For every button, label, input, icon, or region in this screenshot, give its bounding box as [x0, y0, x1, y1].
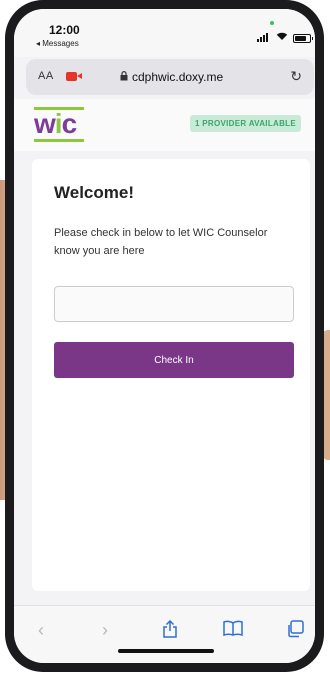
- site-header: wic 1 PROVIDER AVAILABLE: [14, 99, 315, 151]
- checkin-description: Please check in below to let WIC Counsel…: [54, 227, 268, 257]
- logo-bottom-stripe: [34, 139, 84, 142]
- share-icon[interactable]: [162, 619, 178, 643]
- status-time: 12:00: [49, 23, 80, 37]
- wic-logo[interactable]: wic: [34, 107, 86, 145]
- url-text[interactable]: cdphwic.doxy.me: [132, 70, 223, 84]
- forward-arrow-icon[interactable]: ›: [102, 620, 108, 641]
- battery-icon: [293, 34, 313, 43]
- back-arrow-icon[interactable]: ‹: [38, 620, 44, 641]
- phone-screen: 12:00 ◂ Messages AA cdphwic.doxy.me ↻ wi…: [14, 9, 315, 663]
- lock-icon: [120, 71, 128, 83]
- name-input[interactable]: [54, 286, 294, 322]
- cellular-signal-icon: [257, 33, 268, 42]
- logo-wordmark: wic: [34, 108, 77, 139]
- home-indicator[interactable]: [118, 649, 214, 653]
- address-bar[interactable]: AA cdphwic.doxy.me ↻: [26, 59, 314, 95]
- provider-status-badge: 1 PROVIDER AVAILABLE: [190, 115, 301, 132]
- camera-in-use-indicator: [270, 21, 274, 25]
- wifi-icon: [276, 31, 288, 44]
- browser-toolbar: ‹ ›: [14, 605, 315, 663]
- text-size-button[interactable]: AA: [38, 70, 54, 82]
- welcome-heading: Welcome!: [54, 183, 134, 202]
- check-in-button[interactable]: Check In: [54, 342, 294, 378]
- checkin-card: Welcome! Please check in below to let WI…: [32, 159, 310, 591]
- back-to-messages-link[interactable]: ◂ Messages: [36, 39, 79, 48]
- tabs-icon[interactable]: [286, 620, 304, 643]
- reload-icon[interactable]: ↻: [290, 68, 302, 85]
- phone-frame: 12:00 ◂ Messages AA cdphwic.doxy.me ↻ wi…: [5, 0, 324, 672]
- video-camera-icon[interactable]: [66, 72, 82, 81]
- bookmarks-icon[interactable]: [223, 620, 243, 641]
- status-bar: 12:00 ◂ Messages: [14, 9, 315, 57]
